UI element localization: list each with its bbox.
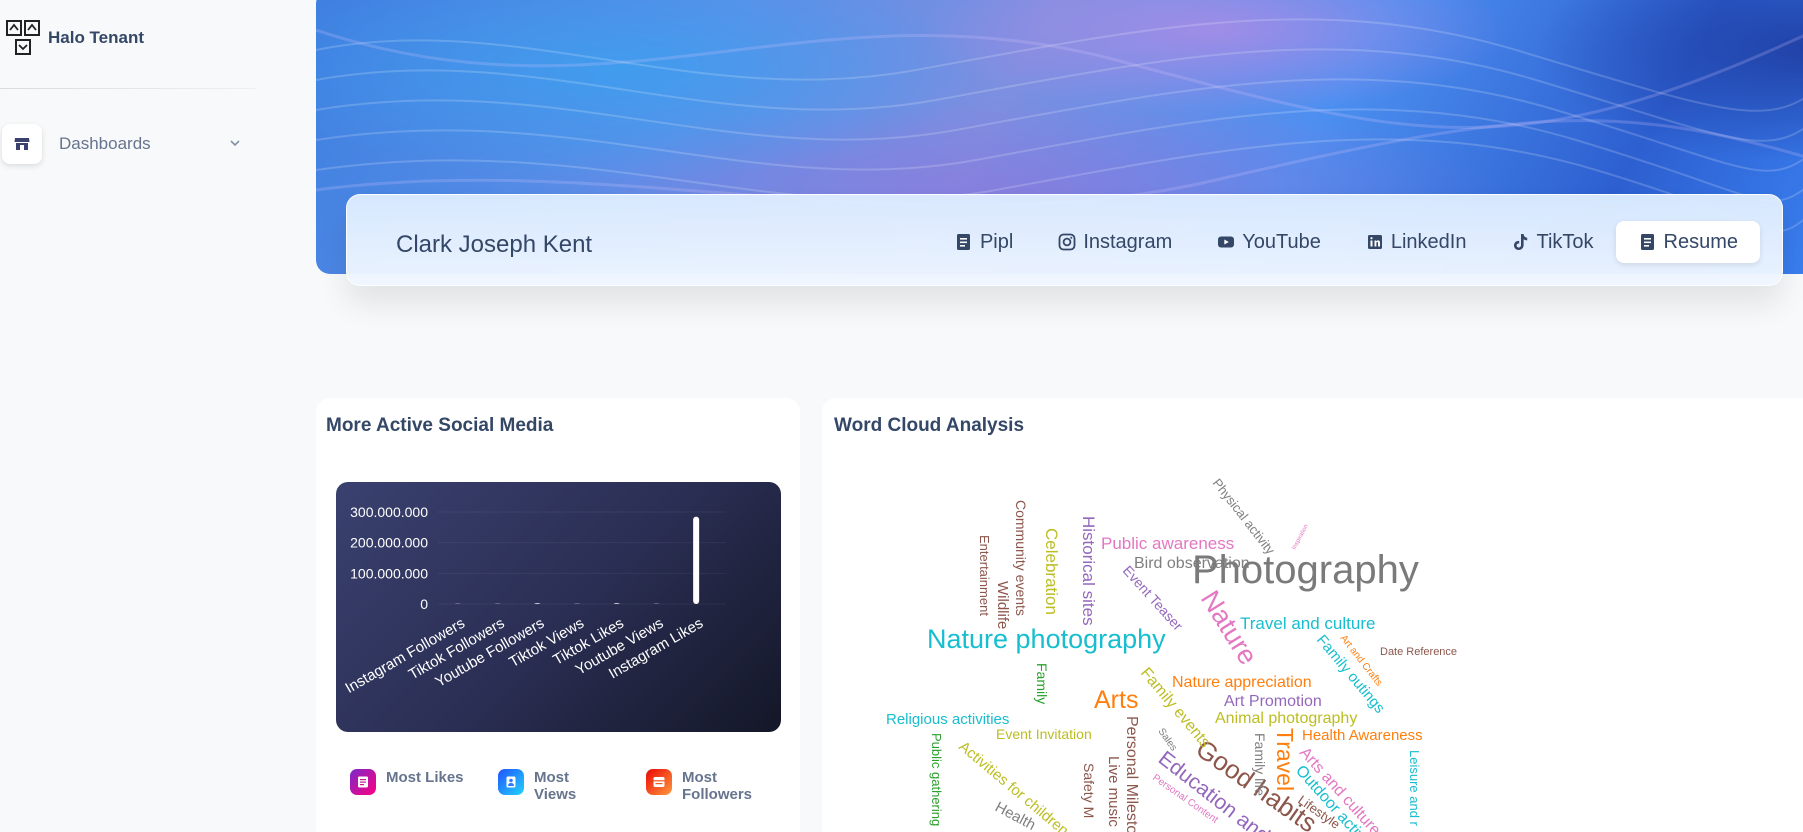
tab-pipl[interactable]: Pipl [932,221,1035,263]
word-cloud-word: Date Reference [1380,646,1457,658]
tab-label: TikTok [1536,230,1594,253]
document-icon [954,232,974,252]
tab-linkedin[interactable]: LinkedIn [1343,221,1489,263]
word-cloud-word: Safety M [1081,763,1097,818]
word-cloud-word: Public gathering [929,733,944,826]
tab-label: Pipl [979,230,1014,253]
profile-card: Clark Joseph Kent Pipl Instagram YouTube… [346,194,1783,286]
followers-icon [646,769,672,795]
legend-most-followers[interactable]: Most Followers [646,769,794,803]
word-cloud-word: Travel [1272,728,1298,791]
social-media-bar-chart: 300.000.000 200.000.000 100.000.000 0 Instag… [336,482,781,732]
word-cloud-word: Art Promotion [1224,693,1322,710]
word-cloud-word: Bird observation [1134,555,1250,572]
word-cloud-word: Travel and culture [1240,614,1375,633]
word-cloud-word: Family [1034,663,1050,704]
tab-label: YouTube [1242,230,1321,253]
y-tick-label: 300.000.000 [350,504,428,520]
shop-icon [2,124,42,164]
youtube-icon [1216,232,1236,252]
likes-icon [350,769,376,795]
bar[interactable] [574,603,580,604]
word-cloud-word: Religious activities [886,711,1009,728]
word-cloud-word: Wildlife [994,581,1011,629]
word-cloud-word: Nature photography [927,624,1166,654]
tab-label: Instagram [1083,230,1173,253]
word-cloud-word: Sales [1156,726,1179,753]
tab-tiktok[interactable]: TikTok [1488,221,1615,263]
brand-name: Halo Tenant [48,28,145,47]
word-cloud-card: Word Cloud Analysis Photography Nature ph… [822,398,1803,832]
tab-label: LinkedIn [1390,230,1467,253]
bar[interactable] [613,603,620,604]
social-media-card: More Active Social Media 300.000.000 200.… [316,398,800,832]
word-cloud: PhotographyNature photography NatureArtsG… [886,476,1457,832]
y-tick-label: 200.000.000 [350,535,428,551]
word-cloud-word: Arts [1094,686,1138,714]
tab-youtube[interactable]: YouTube [1194,221,1343,263]
word-cloud-word: Entertainment [977,535,992,616]
y-tick-label: 100.000.000 [350,565,428,581]
sidebar: Halo Tenant Dashboards [0,0,260,832]
profile-name: Clark Joseph Kent [396,231,593,258]
legend-label: Most Views [534,769,577,803]
bar[interactable] [454,603,461,604]
word-cloud-word: Public awareness [1101,534,1234,553]
legend-most-likes[interactable]: Most Likes [350,769,498,803]
document-icon [1638,232,1658,252]
user-icon [498,769,524,795]
sidebar-item-label: Dashboards [59,134,151,153]
word-cloud-word: Health Awareness [1302,727,1423,744]
tab-instagram[interactable]: Instagram [1035,221,1194,263]
sidebar-item-dashboards[interactable]: Dashboards [2,124,248,164]
tab-resume[interactable]: Resume [1615,221,1760,263]
bar[interactable] [653,603,660,604]
card-title: More Active Social Media [326,415,554,436]
word-cloud-word: Historical sites [1079,516,1098,626]
bar[interactable] [534,603,541,604]
y-tick-label: 0 [420,596,428,612]
word-cloud-word: Event Invitation [996,726,1092,742]
tiktok-icon [1510,232,1530,252]
word-cloud-word: Family life [1252,733,1268,796]
chevron-down-icon[interactable] [228,136,242,150]
bar-chart-svg: 300.000.000200.000.000100.000.0000Instag… [342,504,726,697]
bar[interactable] [494,603,501,604]
word-cloud-word: Leisure and r [1407,750,1422,827]
profile-tabs: Pipl Instagram YouTube LinkedIn TikTok R… [932,221,1760,263]
logo-icon [6,20,40,55]
word-cloud-word: Live music [1105,756,1122,827]
brand[interactable]: Halo Tenant [6,20,144,56]
word-cloud-word: Personal Milestones [1123,716,1140,832]
word-cloud-word: Nature appreciation [1172,674,1312,691]
instagram-icon [1057,232,1077,252]
word-cloud-word: Celebration [1042,528,1061,615]
legend-label: Most Likes [386,769,464,786]
word-cloud-word: Community events [1013,500,1029,616]
legend-most-views[interactable]: Most Views [498,769,646,803]
bar[interactable] [693,516,700,604]
word-cloud-word: Inspiration [1291,524,1309,551]
legend-label: Most Followers [682,769,753,803]
chart-legend: Most Likes Most Views Most Followers [350,769,794,803]
word-cloud-word: Animal photography [1215,710,1357,727]
linkedin-icon [1365,232,1385,252]
tab-label: Resume [1663,230,1738,253]
sidebar-divider [0,88,256,89]
